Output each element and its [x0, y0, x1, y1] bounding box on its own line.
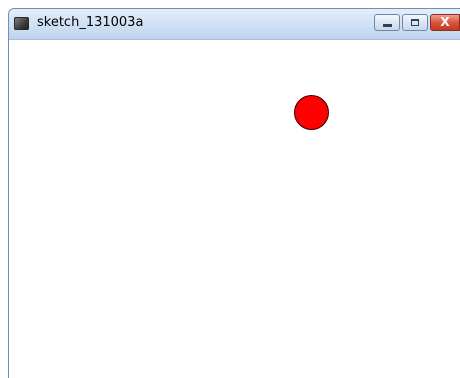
processing-sketch-icon — [14, 17, 29, 30]
maximize-button[interactable] — [402, 14, 428, 31]
red-circle — [294, 95, 329, 130]
close-icon: X — [440, 15, 450, 29]
window-title: sketch_131003a — [37, 15, 144, 30]
close-button[interactable]: X — [430, 14, 460, 31]
maximize-icon — [411, 19, 419, 26]
title-bar[interactable]: sketch_131003a X — [9, 9, 460, 39]
sketch-canvas[interactable] — [9, 39, 460, 378]
minimize-button[interactable] — [374, 14, 400, 31]
minimize-icon — [383, 24, 392, 27]
caption-buttons: X — [374, 14, 460, 33]
sketch-window: sketch_131003a X — [8, 8, 460, 378]
